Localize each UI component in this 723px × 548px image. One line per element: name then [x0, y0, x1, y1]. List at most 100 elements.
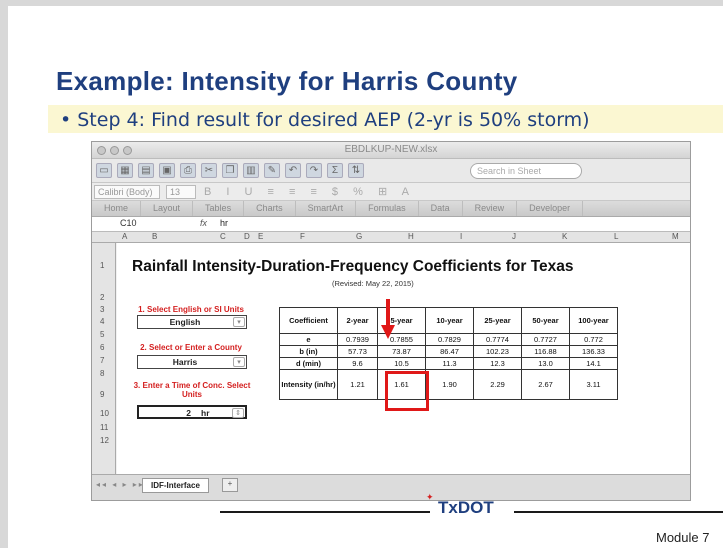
search-input[interactable]: Search in Sheet — [470, 163, 582, 179]
row-4[interactable]: 4 — [100, 317, 104, 326]
paste-icon[interactable]: ▥ — [243, 163, 259, 178]
table-cell[interactable]: 116.88 — [521, 345, 570, 358]
table-cell[interactable]: 12.3 — [473, 357, 522, 370]
table-cell[interactable]: 2.67 — [521, 369, 570, 400]
tab-charts[interactable]: Charts — [244, 201, 296, 216]
col-i[interactable]: I — [460, 232, 462, 241]
row-11[interactable]: 11 — [100, 423, 108, 432]
intensity-2yr-cell[interactable]: 1.21 — [337, 369, 378, 400]
col-b[interactable]: B — [152, 232, 157, 241]
txdot-logo: TxDOT — [438, 498, 494, 517]
copy-icon[interactable]: ❐ — [222, 163, 238, 178]
formula-input[interactable]: hr — [220, 218, 228, 228]
tab-tables[interactable]: Tables — [193, 201, 245, 216]
templates-icon[interactable]: ▦ — [117, 163, 133, 178]
open-icon[interactable]: ▤ — [138, 163, 154, 178]
tab-layout[interactable]: Layout — [141, 201, 194, 216]
title-bar: EBDLKUP-NEW.xlsx — [92, 142, 690, 159]
table-row: b (in) 57.73 73.87 86.47 102.23 116.88 1… — [279, 345, 618, 358]
table-cell[interactable]: 13.0 — [521, 357, 570, 370]
table-cell[interactable]: 0.7774 — [473, 333, 522, 346]
table-cell[interactable]: 3.11 — [569, 369, 618, 400]
row-10[interactable]: 10 — [100, 409, 109, 418]
autosum-icon[interactable]: Σ — [327, 163, 343, 178]
table-cell[interactable]: 0.7829 — [425, 333, 474, 346]
row-headers: 1 2 3 4 5 6 7 8 9 10 11 12 — [92, 243, 116, 475]
table-cell[interactable]: 102.23 — [473, 345, 522, 358]
col-d[interactable]: D — [244, 232, 250, 241]
chevron-updown-icon[interactable]: ⇕ — [232, 408, 244, 418]
row-2[interactable]: 2 — [100, 293, 104, 302]
row-8[interactable]: 8 — [100, 369, 104, 378]
tab-review[interactable]: Review — [463, 201, 518, 216]
font-size-select[interactable]: 13 — [166, 185, 196, 199]
table-cell[interactable]: 10.5 — [377, 357, 426, 370]
chevron-down-icon[interactable]: ▾ — [233, 357, 245, 367]
county-dropdown[interactable]: Harris ▾ — [137, 355, 247, 369]
chevron-down-icon[interactable]: ▾ — [233, 317, 245, 327]
table-cell[interactable]: 14.1 — [569, 357, 618, 370]
table-cell[interactable]: 0.772 — [569, 333, 618, 346]
col-a[interactable]: A — [122, 232, 127, 241]
tab-developer[interactable]: Developer — [517, 201, 584, 216]
format-painter-icon[interactable]: ✎ — [264, 163, 280, 178]
column-headers: A B C D E F G H I J K L M — [92, 232, 690, 243]
row-9[interactable]: 9 — [100, 390, 104, 399]
row-12[interactable]: 12 — [100, 436, 109, 445]
col-f[interactable]: F — [300, 232, 305, 241]
table-cell[interactable]: 57.73 — [337, 345, 378, 358]
table-cell[interactable]: 86.47 — [425, 345, 474, 358]
sheet-tab-idf-interface[interactable]: IDF-Interface — [142, 478, 209, 493]
print-icon[interactable]: ⎙ — [180, 163, 196, 178]
table-cell[interactable]: Intensity (in/hr) — [279, 369, 338, 400]
format-buttons[interactable]: B I U ≡ ≡ ≡ $ % ⊞ A — [204, 185, 415, 198]
table-cell[interactable]: 9.6 — [337, 357, 378, 370]
tab-navigation-icons[interactable]: ◂◂ ◂ ▸ ▸▸ — [96, 480, 145, 489]
table-cell[interactable]: 136.33 — [569, 345, 618, 358]
row-1[interactable]: 1 — [100, 261, 104, 270]
add-sheet-icon[interactable]: + — [222, 478, 238, 492]
table-cell[interactable]: 1.90 — [425, 369, 474, 400]
table-cell[interactable]: 0.7939 — [337, 333, 378, 346]
table-cell[interactable]: 11.3 — [425, 357, 474, 370]
table-cell[interactable]: d (min) — [279, 357, 338, 370]
cut-icon[interactable]: ✂ — [201, 163, 217, 178]
col-c[interactable]: C — [220, 232, 226, 241]
table-cell[interactable]: e — [279, 333, 338, 346]
table-header: Coefficient — [279, 307, 338, 334]
table-cell[interactable]: 2.29 — [473, 369, 522, 400]
col-e[interactable]: E — [258, 232, 263, 241]
col-g[interactable]: G — [356, 232, 362, 241]
tab-home[interactable]: Home — [92, 201, 142, 216]
revised-date: (Revised: May 22, 2015) — [332, 279, 414, 288]
font-select[interactable]: Calibri (Body) — [94, 185, 160, 199]
redo-icon[interactable]: ↷ — [306, 163, 322, 178]
tab-smartart[interactable]: SmartArt — [296, 201, 357, 216]
row-6[interactable]: 6 — [100, 343, 104, 352]
units-dropdown[interactable]: English ▾ — [137, 315, 247, 329]
row-7[interactable]: 7 — [100, 356, 104, 365]
new-icon[interactable]: ▭ — [96, 163, 112, 178]
col-k[interactable]: K — [562, 232, 567, 241]
undo-icon[interactable]: ↶ — [285, 163, 301, 178]
slide-title: Example: Intensity for Harris County — [56, 66, 518, 96]
sort-icon[interactable]: ⇅ — [348, 163, 364, 178]
col-l[interactable]: L — [614, 232, 618, 241]
tab-data[interactable]: Data — [419, 201, 463, 216]
col-h[interactable]: H — [408, 232, 414, 241]
sheet-title: Rainfall Intensity-Duration-Frequency Co… — [132, 258, 574, 275]
tc-input-group: 2 hr ⇕ — [137, 405, 247, 419]
tab-formulas[interactable]: Formulas — [356, 201, 419, 216]
col-j[interactable]: J — [512, 232, 516, 241]
col-m[interactable]: M — [672, 232, 679, 241]
save-icon[interactable]: ▣ — [159, 163, 175, 178]
row-5[interactable]: 5 — [100, 330, 104, 339]
table-cell[interactable]: b (in) — [279, 345, 338, 358]
name-box[interactable]: C10 — [120, 218, 186, 228]
row-3[interactable]: 3 — [100, 305, 104, 314]
table-cell[interactable]: 73.87 — [377, 345, 426, 358]
table-header: 25-year — [473, 307, 522, 334]
bullet-body: Step 4: Find result for desired AEP (2-y… — [77, 109, 590, 131]
table-cell[interactable]: 0.7727 — [521, 333, 570, 346]
tc-value-input[interactable]: 2 — [139, 408, 191, 418]
